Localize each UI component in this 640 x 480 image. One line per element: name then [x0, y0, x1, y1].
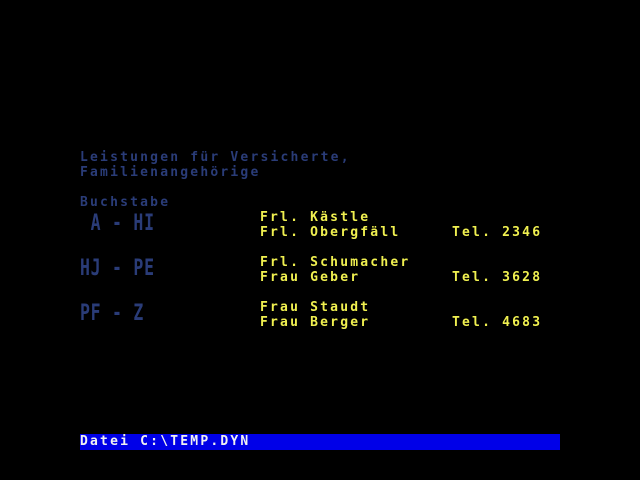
status-bar: Datei C:\TEMP.DYN — [80, 434, 560, 450]
contact-phone: Tel. 3628 — [452, 270, 543, 285]
contact-name: Frl. Obergfäll — [260, 225, 401, 240]
letter-range-pf-z: PF - Z — [80, 301, 145, 326]
letter-range-a-hi: A - HI — [80, 211, 155, 236]
contact-phone: Tel. 4683 — [452, 315, 543, 330]
contact-name: Frau Berger — [260, 315, 371, 330]
letter-range-label: Buchstabe — [80, 195, 171, 210]
letter-range-hj-pe: HJ - PE — [80, 256, 155, 281]
header-title-line2: Familienangehörige — [80, 165, 261, 180]
contact-name: Frl. Schumacher — [260, 255, 411, 270]
header-title-line1: Leistungen für Versicherte, — [80, 150, 351, 165]
contact-name: Frau Staudt — [260, 300, 371, 315]
contact-name: Frau Geber — [260, 270, 361, 285]
contact-name: Frl. Kästle — [260, 210, 371, 225]
status-file-path: Datei C:\TEMP.DYN — [80, 434, 251, 449]
contact-phone: Tel. 2346 — [452, 225, 543, 240]
